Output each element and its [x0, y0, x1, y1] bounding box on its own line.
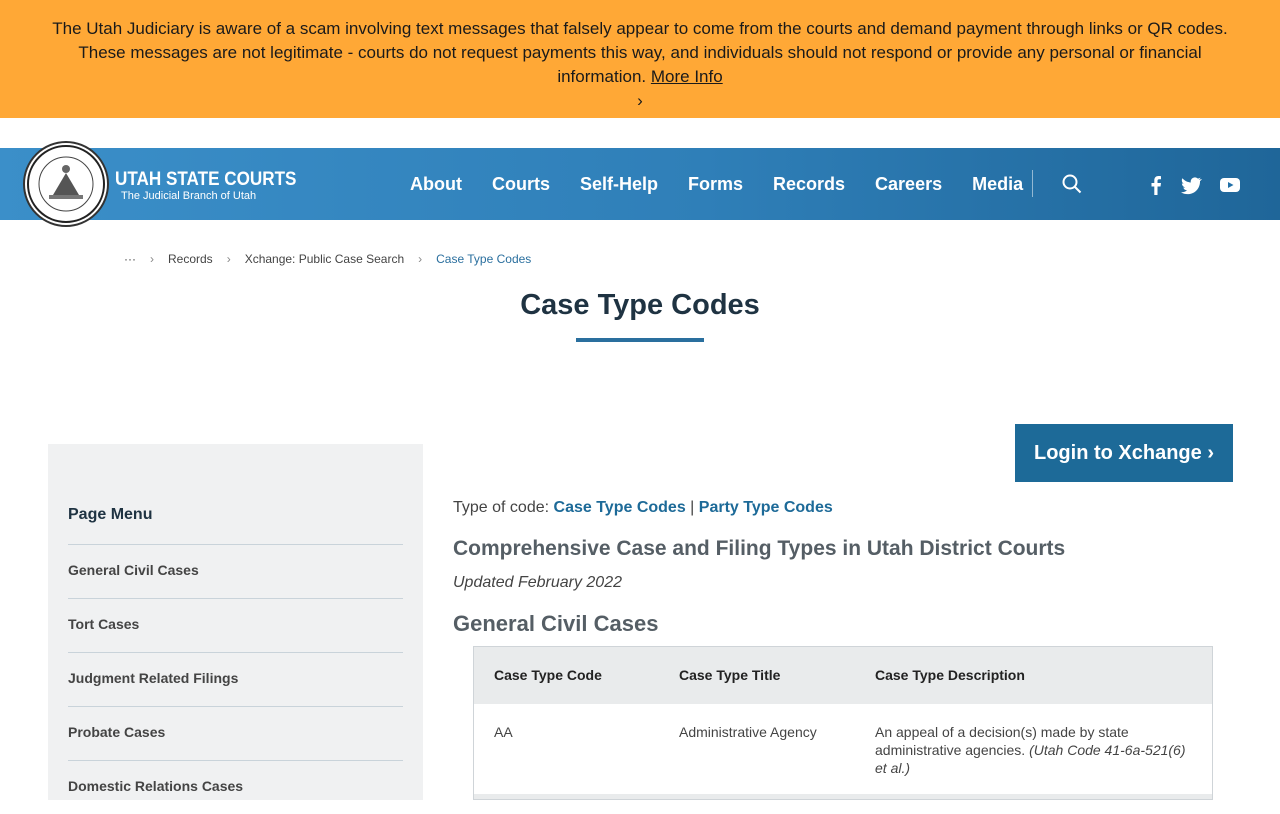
section-heading: General Civil Cases	[453, 611, 659, 636]
cell-title: Administrative Agency	[679, 724, 817, 740]
breadcrumb-records[interactable]: Records	[168, 252, 213, 266]
cell-description: An appeal of a decision(s) made by state…	[875, 723, 1195, 777]
page-title: Case Type Codes	[520, 289, 760, 321]
brand-subtitle: The Judicial Branch of Utah	[121, 190, 257, 202]
menu-item-domestic[interactable]: Domestic Relations Cases	[68, 760, 403, 814]
nav-self-help[interactable]: Self-Help	[580, 174, 658, 195]
breadcrumb-separator: ›	[418, 252, 423, 266]
content-heading: Comprehensive Case and Filing Types in U…	[453, 537, 1066, 560]
menu-item-tort[interactable]: Tort Cases	[68, 598, 403, 652]
scam-alert-banner: The Utah Judiciary is aware of a scam in…	[0, 0, 1280, 118]
nav-divider	[1032, 170, 1033, 197]
page-menu-heading: Page Menu	[68, 506, 153, 523]
nav-about[interactable]: About	[410, 174, 462, 195]
main-nav: About Courts Self-Help Forms Records Car…	[410, 148, 1053, 220]
code-type-separator: |	[690, 499, 695, 516]
menu-item-general-civil[interactable]: General Civil Cases	[68, 544, 403, 598]
menu-item-probate[interactable]: Probate Cases	[68, 706, 403, 760]
chevron-right-icon[interactable]: ›	[40, 89, 1240, 113]
case-type-codes-link[interactable]: Case Type Codes	[554, 499, 686, 516]
next-row-stripe	[474, 794, 1212, 799]
nav-courts[interactable]: Courts	[492, 174, 550, 195]
alert-text: The Utah Judiciary is aware of a scam in…	[52, 19, 1228, 86]
menu-item-judgment[interactable]: Judgment Related Filings	[68, 652, 403, 706]
column-header-description: Case Type Description	[875, 667, 1025, 683]
breadcrumb-current: Case Type Codes	[436, 252, 532, 266]
twitter-icon[interactable]	[1180, 174, 1202, 196]
nav-careers[interactable]: Careers	[875, 174, 942, 195]
cell-code: AA	[494, 724, 513, 740]
breadcrumb-ellipsis[interactable]: ···	[124, 252, 136, 266]
code-type-label: Type of code:	[453, 499, 550, 516]
column-header-title: Case Type Title	[679, 667, 781, 683]
column-header-code: Case Type Code	[494, 667, 602, 683]
breadcrumb-separator: ›	[226, 252, 231, 266]
page-menu-sidebar: Page Menu General Civil Cases Tort Cases…	[48, 444, 423, 800]
nav-forms[interactable]: Forms	[688, 174, 743, 195]
state-seal-logo[interactable]	[23, 141, 109, 227]
login-xchange-button[interactable]: Login to Xchange ›	[1015, 424, 1233, 482]
title-underline	[576, 338, 704, 342]
table-header: Case Type Code Case Type Title Case Type…	[474, 647, 1212, 704]
updated-date: Updated February 2022	[453, 574, 622, 591]
search-icon[interactable]	[1061, 173, 1083, 195]
site-header: UTAH STATE COURTS The Judicial Branch of…	[0, 141, 1280, 227]
alert-more-info-link[interactable]: More Info	[651, 67, 723, 86]
breadcrumb-xchange[interactable]: Xchange: Public Case Search	[245, 252, 404, 266]
facebook-icon[interactable]	[1145, 174, 1167, 196]
nav-media[interactable]: Media	[972, 174, 1023, 195]
code-type-selector: Type of code: Case Type Codes | Party Ty…	[453, 499, 833, 517]
party-type-codes-link[interactable]: Party Type Codes	[699, 499, 833, 516]
brand-title[interactable]: UTAH STATE COURTS	[115, 169, 296, 191]
breadcrumb-separator: ›	[150, 252, 154, 266]
case-type-table: Case Type Code Case Type Title Case Type…	[473, 646, 1213, 800]
youtube-icon[interactable]	[1219, 174, 1241, 196]
breadcrumb: ··· › Records › Xchange: Public Case Sea…	[124, 252, 531, 266]
nav-records[interactable]: Records	[773, 174, 845, 195]
